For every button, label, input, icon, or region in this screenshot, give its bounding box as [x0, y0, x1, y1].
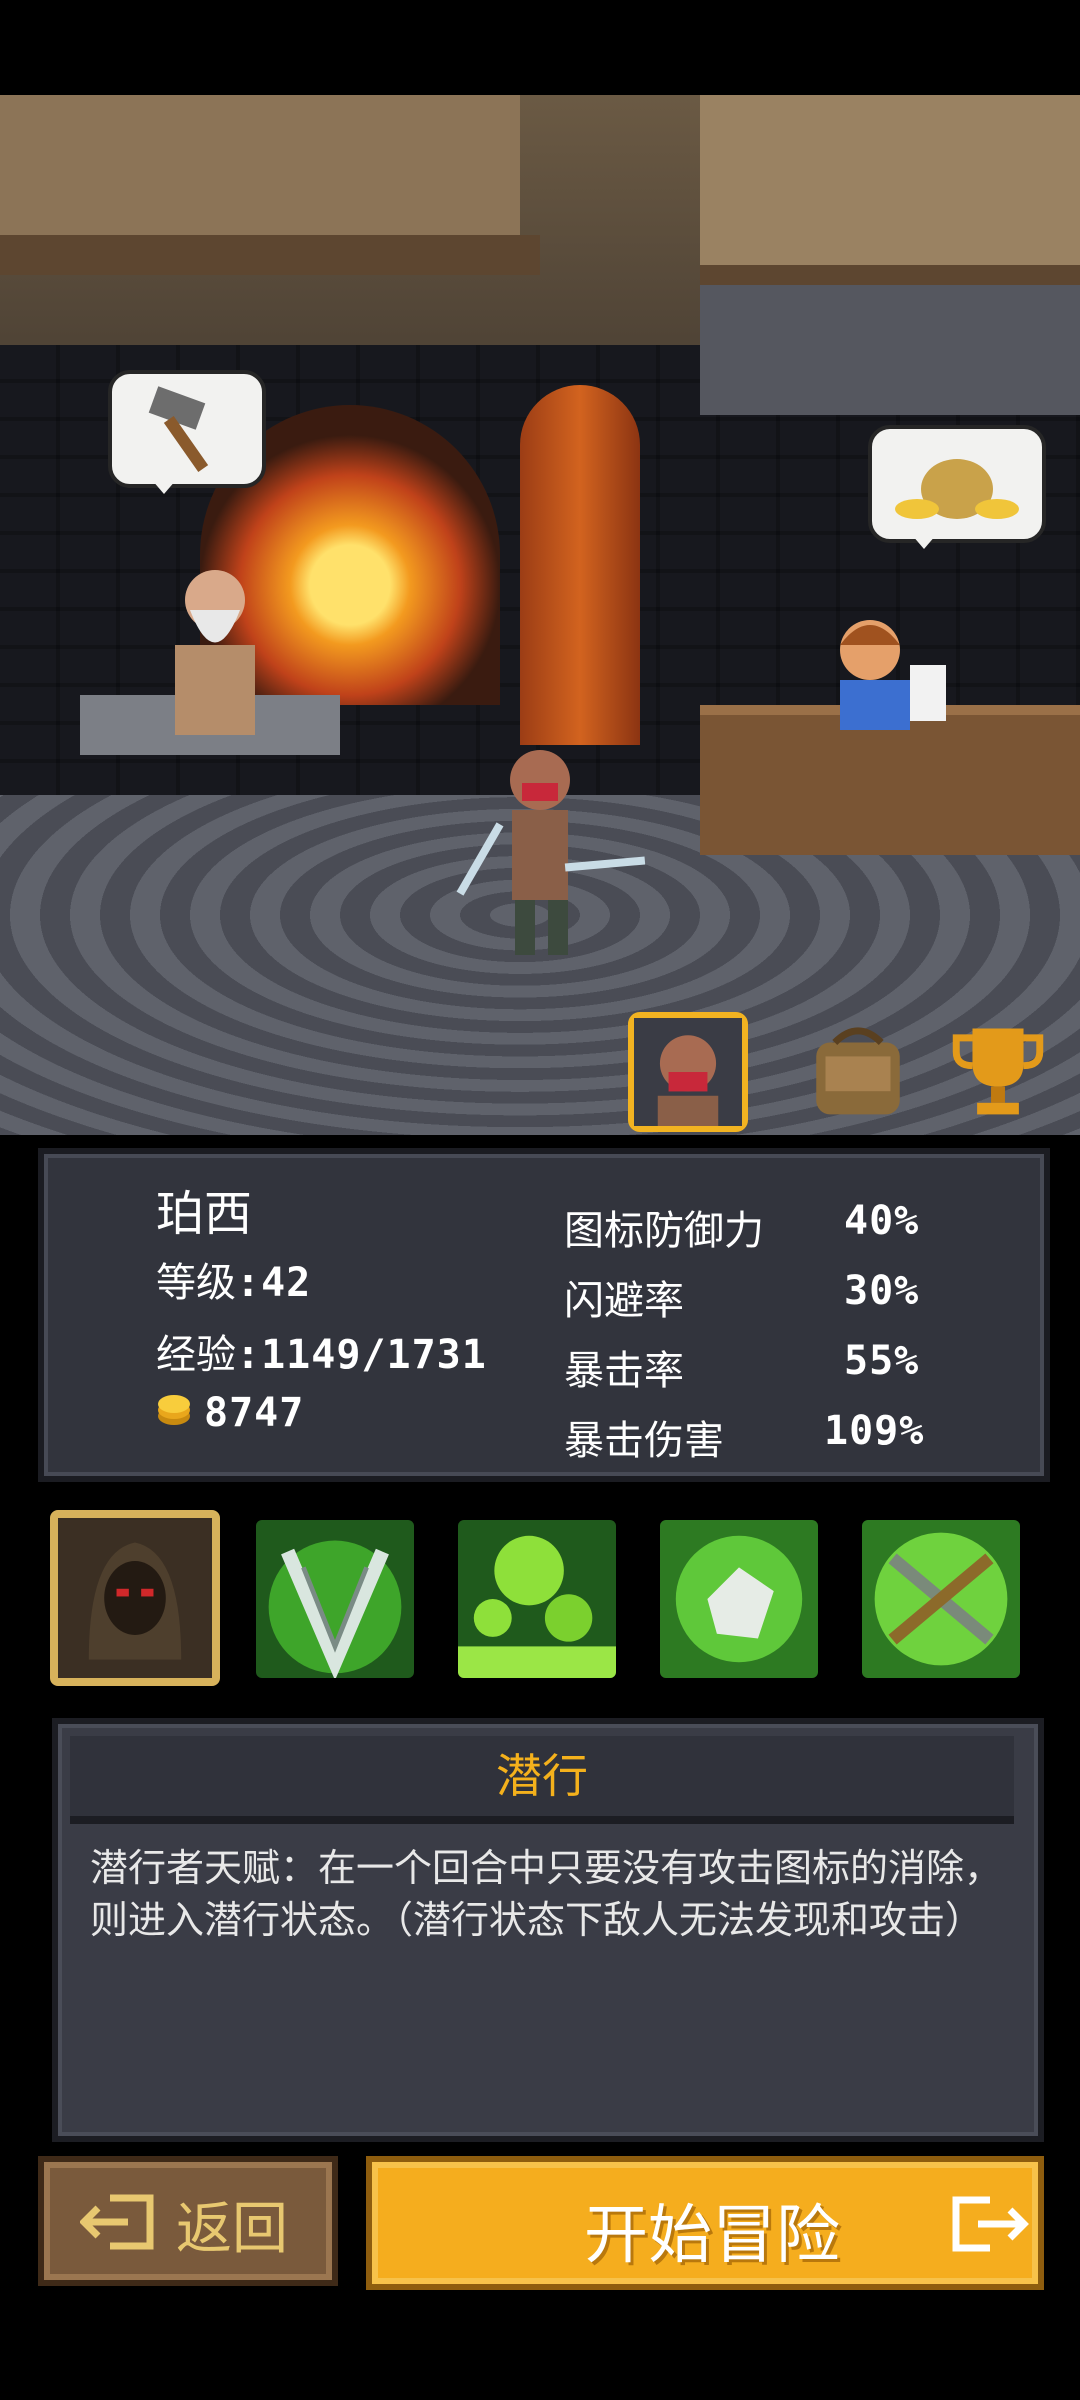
skill-4[interactable]	[660, 1520, 818, 1678]
stat-defense-value: 40%	[844, 1198, 920, 1244]
level-label: 等级	[156, 1260, 236, 1306]
stat-crit-rate-label: 暴击率	[564, 1348, 684, 1394]
trophy-icon	[952, 1028, 1044, 1115]
exp-row: 经验:1149/1731	[156, 1332, 487, 1378]
back-button-label: 返回	[176, 2197, 288, 2262]
level-row: 等级:42	[156, 1260, 312, 1306]
stone-shield-icon	[660, 1520, 818, 1678]
stat-crit-damage-value: 109%	[824, 1408, 925, 1454]
tab-achievements[interactable]	[940, 1010, 1056, 1126]
skill-2[interactable]	[256, 1520, 414, 1678]
gold-coin-icon	[158, 1395, 190, 1425]
enter-door-icon	[952, 2196, 1029, 2252]
blacksmith-npc[interactable]	[140, 555, 290, 755]
skill-stealth[interactable]	[50, 1510, 220, 1686]
twin-blades-icon	[256, 1520, 414, 1678]
exp-value: 1149/1731	[261, 1332, 487, 1378]
start-adventure-button[interactable]: 开始冒险	[366, 2156, 1044, 2290]
stat-dodge-label: 闪避率	[564, 1278, 684, 1324]
level-value: 42	[261, 1260, 312, 1306]
money-bag-icon	[895, 459, 1019, 519]
gold-value: 8747	[204, 1390, 305, 1436]
merchant-speech-bubble[interactable]	[868, 425, 1046, 549]
hooded-rogue-icon	[58, 1521, 212, 1675]
merchant-npc[interactable]	[820, 605, 950, 735]
skill-description-header: 潜行	[70, 1736, 1014, 1824]
arched-door	[520, 385, 640, 745]
exp-label: 经验	[156, 1332, 236, 1378]
blacksmith-speech-bubble[interactable]	[108, 370, 266, 494]
hero-stats-panel: 珀西 等级:42 经验:1149/1731 8747 图标防御力 40% 闪避率…	[38, 1148, 1050, 1482]
crossed-swords-icon	[862, 1520, 1020, 1678]
backpack-icon	[816, 1027, 900, 1115]
skill-3[interactable]	[458, 1520, 616, 1678]
back-button[interactable]: 返回	[38, 2156, 338, 2286]
hero-character[interactable]	[430, 735, 650, 965]
hero-portrait-icon	[634, 1018, 742, 1126]
poison-bubbles-icon	[458, 1520, 616, 1678]
exit-door-icon	[80, 2194, 154, 2250]
tab-hero[interactable]	[628, 1012, 748, 1132]
stat-defense-label: 图标防御力	[564, 1208, 764, 1254]
skill-title: 潜行	[496, 1749, 588, 1803]
hero-name: 珀西	[156, 1186, 253, 1242]
stat-crit-damage-label: 暴击伤害	[564, 1418, 724, 1464]
shop-scene	[0, 95, 1080, 1135]
skill-description-panel: 潜行 潜行者天赋：在一个回合中只要没有攻击图标的消除，则进入潜行状态。（潜行状态…	[52, 1718, 1044, 2142]
start-button-label: 开始冒险	[584, 2199, 840, 2273]
stat-dodge-value: 30%	[844, 1268, 920, 1314]
skill-5[interactable]	[862, 1520, 1020, 1678]
skill-description-text: 潜行者天赋：在一个回合中只要没有攻击图标的消除，则进入潜行状态。（潜行状态下敌人…	[90, 1846, 1003, 1942]
tab-inventory[interactable]	[800, 1010, 916, 1126]
hammer-icon	[148, 386, 209, 473]
stat-crit-rate-value: 55%	[844, 1338, 920, 1384]
